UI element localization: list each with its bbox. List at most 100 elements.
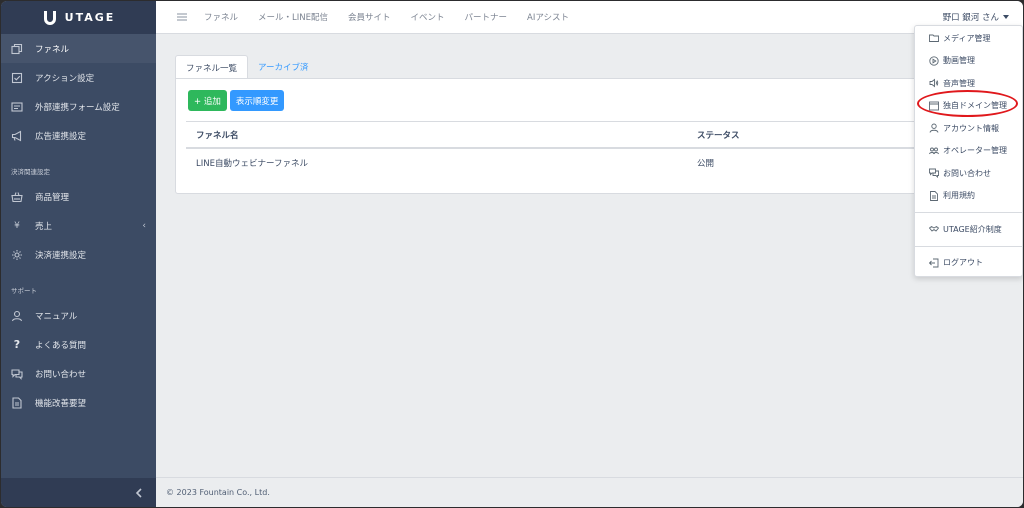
- caret-down-icon: [1003, 15, 1009, 19]
- sidebar-item-sales[interactable]: ¥ 売上 ‹: [1, 211, 156, 240]
- play-circle-icon: [928, 55, 939, 66]
- document-icon: [11, 396, 23, 409]
- column-header-funnel-name[interactable]: ファネル名: [186, 129, 687, 141]
- menu-item-operators[interactable]: オペレーター管理: [915, 140, 1022, 163]
- action-buttons: + 追加 表示順変更: [188, 90, 285, 111]
- tab-funnel-list[interactable]: ファネル一覧: [175, 55, 249, 79]
- yen-icon: ¥: [14, 220, 20, 231]
- brand[interactable]: UTAGE: [1, 1, 156, 34]
- sidebar-item-label: マニュアル: [35, 311, 78, 322]
- menu-item-terms[interactable]: 利用規約: [915, 185, 1022, 208]
- menu-item-label: オペレーター管理: [943, 146, 1007, 156]
- user-icon: [928, 123, 939, 134]
- menu-item-label: ログアウト: [943, 258, 983, 268]
- sidebar-item-external-form[interactable]: 外部連携フォーム設定: [1, 92, 156, 121]
- funnel-list-card: + 追加 表示順変更 ファネル名 ステータス LINE自動ウェビナーファネル 公…: [175, 78, 951, 194]
- window-icon: [11, 101, 23, 113]
- chat-icon: [928, 168, 939, 179]
- menu-divider: [915, 245, 1022, 247]
- sidebar-item-label: 商品管理: [35, 192, 70, 203]
- sidebar-item-label: よくある質問: [35, 340, 87, 351]
- basket-icon: [11, 191, 23, 203]
- highlight-annotation-ring: [917, 90, 1018, 117]
- top-header: ファネル メール・LINE配信 会員サイト イベント パートナー AIアシスト …: [156, 1, 1023, 34]
- sidebar-item-label: アクション設定: [35, 73, 95, 84]
- brand-name: UTAGE: [64, 11, 116, 24]
- status-cell: 公開: [697, 159, 715, 169]
- table-header: ファネル名 ステータス: [186, 121, 951, 149]
- menu-item-account[interactable]: アカウント情報: [915, 117, 1022, 140]
- chat-icon: [11, 368, 23, 380]
- sidebar-item-faq[interactable]: ? よくある質問: [1, 330, 156, 359]
- sidebar-section-support: サポート: [11, 287, 37, 295]
- hamburger-menu-icon[interactable]: [176, 11, 188, 23]
- header-link-ai-assist[interactable]: AIアシスト: [527, 11, 569, 23]
- document-icon: [928, 190, 939, 201]
- menu-item-label: 利用規約: [943, 191, 975, 201]
- app-window: UTAGE ファネル アクション設定 外部連携フォーム設定 広告連携設定 決済関…: [1, 1, 1023, 507]
- volume-icon: [928, 78, 939, 89]
- task-icon: [11, 72, 23, 84]
- menu-item-media[interactable]: メディア管理: [915, 27, 1022, 50]
- menu-item-label: アカウント情報: [943, 123, 999, 133]
- sidebar-item-funnel[interactable]: ファネル: [1, 34, 156, 63]
- sidebar-item-label: 広告連携設定: [35, 131, 87, 142]
- chevron-left-icon: ‹: [142, 220, 146, 231]
- sidebar-item-ad-settings[interactable]: 広告連携設定: [1, 121, 156, 150]
- sidebar-item-products[interactable]: 商品管理: [1, 182, 156, 211]
- logout-icon: [928, 257, 939, 268]
- header-link-member-site[interactable]: 会員サイト: [348, 11, 391, 23]
- menu-divider: [915, 212, 1022, 213]
- funnel-name-cell[interactable]: LINE自動ウェビナーファネル: [186, 157, 687, 169]
- sidebar-minimize-button[interactable]: [1, 478, 156, 507]
- menu-item-label: メディア管理: [943, 33, 991, 43]
- menu-item-referral[interactable]: UTAGE紹介制度: [915, 218, 1022, 241]
- user-menu-toggle[interactable]: 野口 銀河 さん: [943, 11, 1009, 23]
- user-icon: [11, 310, 23, 322]
- header-link-partner[interactable]: パートナー: [465, 11, 508, 23]
- menu-item-video[interactable]: 動画管理: [915, 50, 1022, 73]
- sidebar-item-label: 機能改善要望: [35, 398, 87, 409]
- footer: © 2023 Fountain Co., Ltd.: [156, 477, 1023, 507]
- sidebar: UTAGE ファネル アクション設定 外部連携フォーム設定 広告連携設定 決済関…: [1, 1, 156, 507]
- header-link-funnel[interactable]: ファネル: [204, 11, 238, 23]
- tab-archived[interactable]: アーカイブ済: [248, 55, 319, 79]
- menu-item-logout[interactable]: ログアウト: [915, 252, 1022, 275]
- menu-item-label: お問い合わせ: [943, 168, 991, 178]
- sidebar-section-payment: 決済関連設定: [11, 168, 50, 176]
- menu-item-label: UTAGE紹介制度: [943, 224, 1002, 234]
- copy-icon: [11, 43, 23, 55]
- settings-icon: [11, 249, 23, 261]
- menu-item-label: 音声管理: [943, 78, 975, 88]
- change-order-button[interactable]: 表示順変更: [229, 90, 285, 111]
- sidebar-item-manual[interactable]: マニュアル: [1, 301, 156, 330]
- sidebar-item-label: 決済連携設定: [35, 250, 87, 261]
- handshake-icon: [928, 224, 939, 235]
- table-row[interactable]: LINE自動ウェビナーファネル 公開: [186, 149, 951, 177]
- sidebar-item-label: お問い合わせ: [35, 369, 87, 380]
- chevron-left-icon: [135, 487, 142, 498]
- people-icon: [928, 145, 939, 156]
- sidebar-item-payment-integration[interactable]: 決済連携設定: [1, 240, 156, 269]
- user-dropdown-menu: メディア管理 動画管理 音声管理 独自ドメイン管理 アカウント情報 オペレーター…: [914, 25, 1023, 277]
- sidebar-item-label: 外部連携フォーム設定: [35, 102, 120, 113]
- add-button[interactable]: + 追加: [188, 90, 227, 111]
- utage-logo-icon: [43, 10, 56, 25]
- sidebar-item-feature-request[interactable]: 機能改善要望: [1, 388, 156, 417]
- bullhorn-icon: [11, 130, 23, 142]
- sidebar-item-label: ファネル: [35, 44, 70, 55]
- folder-icon: [928, 33, 939, 44]
- copyright-text: © 2023 Fountain Co., Ltd.: [166, 488, 270, 497]
- sidebar-item-label: 売上: [35, 221, 53, 232]
- sidebar-item-action-settings[interactable]: アクション設定: [1, 63, 156, 92]
- menu-item-contact[interactable]: お問い合わせ: [915, 162, 1022, 185]
- sidebar-item-contact[interactable]: お問い合わせ: [1, 359, 156, 388]
- column-header-status[interactable]: ステータス: [687, 129, 951, 141]
- funnel-table: ファネル名 ステータス LINE自動ウェビナーファネル 公開: [186, 121, 951, 177]
- header-link-mail-line[interactable]: メール・LINE配信: [258, 11, 328, 23]
- header-link-event[interactable]: イベント: [411, 11, 445, 23]
- main-content: ファネル一覧 アーカイブ済 + 追加 表示順変更 ファネル名 ステータス LIN…: [156, 34, 1023, 477]
- menu-item-label: 動画管理: [943, 56, 975, 66]
- user-name: 野口 銀河 さん: [942, 13, 999, 23]
- question-icon: ?: [13, 338, 21, 351]
